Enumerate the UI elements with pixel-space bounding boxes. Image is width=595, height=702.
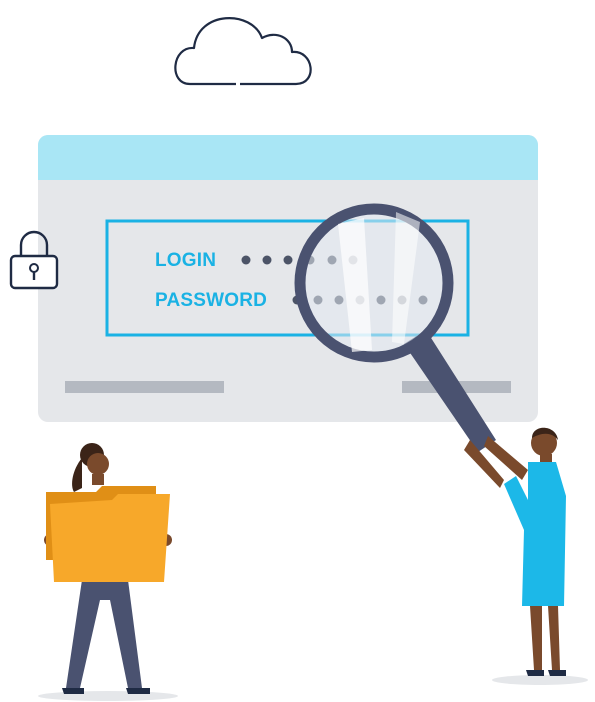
person-with-folder [38,443,178,701]
person-with-magnifier [464,427,588,685]
login-window [38,135,538,422]
password-label: PASSWORD [155,290,268,311]
placeholder-bar-left [65,381,224,393]
window-header-bar [38,135,538,180]
cloud-icon [174,17,312,86]
login-label: LOGIN [155,250,217,271]
illustration-scene [9,17,588,701]
folder-icon [46,486,170,582]
